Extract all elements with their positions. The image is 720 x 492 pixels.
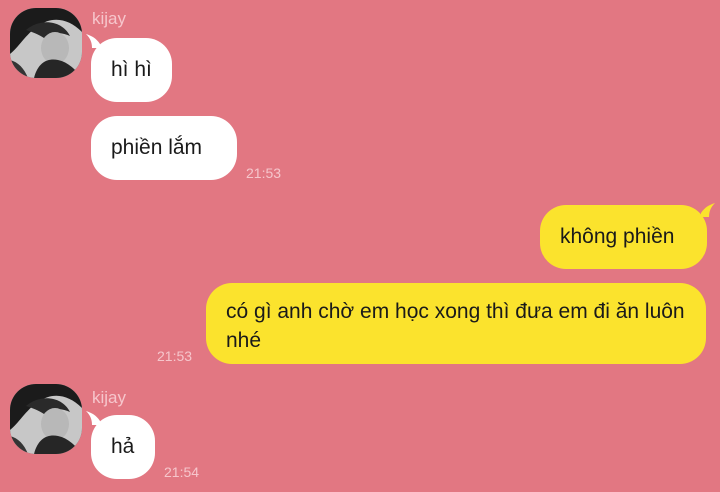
sender-name: kijay	[92, 9, 127, 28]
message-text: không phiền	[560, 225, 675, 248]
avatar[interactable]	[10, 8, 82, 78]
message-text: phiền lắm	[111, 136, 203, 159]
message-time: 21:54	[164, 464, 200, 480]
message-bubble[interactable]: hả	[91, 415, 155, 479]
avatar-photo-icon	[10, 384, 82, 454]
message-text: có gì anh chờ em học xong thì đưa em đi …	[226, 300, 685, 352]
message-text: hả	[111, 435, 135, 458]
sender-name: kijay	[92, 388, 127, 407]
message-time: 21:53	[157, 348, 193, 364]
message-bubble[interactable]: phiền lắm	[91, 116, 237, 180]
message-bubble[interactable]: không phiền	[540, 205, 707, 269]
message-bubble[interactable]: hì hì	[91, 38, 172, 102]
message-bubble[interactable]: có gì anh chờ em học xong thì đưa em đi …	[206, 283, 706, 364]
message-time: 21:53	[246, 165, 282, 181]
bubble-tail	[701, 203, 715, 217]
avatar[interactable]	[10, 384, 82, 454]
message-text: hì hì	[111, 58, 152, 81]
avatar-photo-icon	[10, 8, 82, 78]
